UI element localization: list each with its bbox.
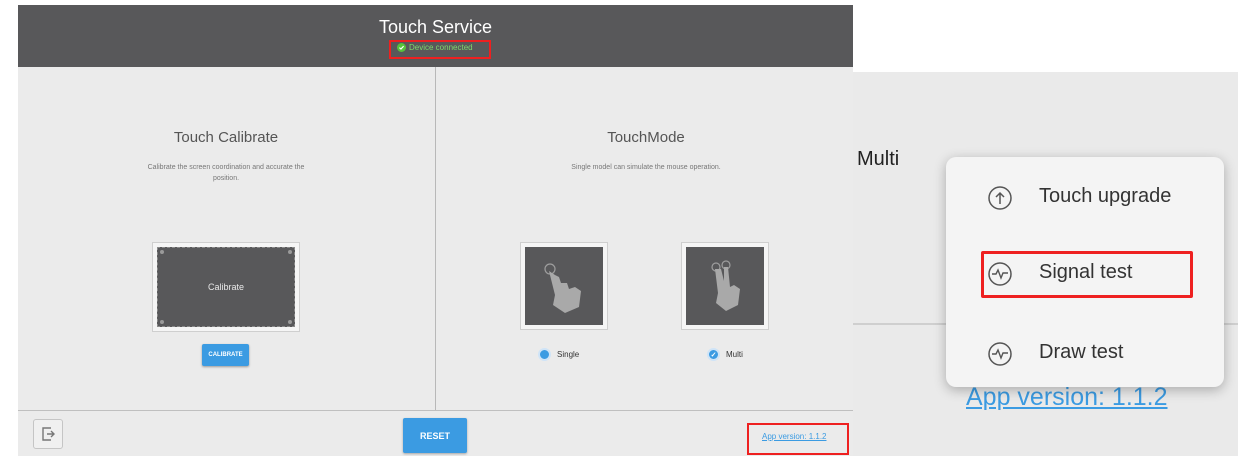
multi-mode-option[interactable]: ✓ Multi: [707, 348, 743, 361]
panel-divider: [435, 67, 436, 411]
calibrate-area[interactable]: Calibrate: [152, 242, 300, 332]
exit-icon: [42, 427, 55, 441]
check-circle-icon: [397, 43, 406, 52]
app-version-link[interactable]: App version: 1.1.2: [762, 432, 826, 441]
reset-button[interactable]: RESET: [403, 418, 467, 453]
zoom-app-version-link[interactable]: App version: 1.1.2: [966, 383, 1168, 412]
app-title: Touch Service: [378, 17, 493, 37]
corner-marker: [288, 250, 292, 254]
draw-test-icon: [988, 342, 1012, 366]
menu-item-label: Touch upgrade: [1039, 185, 1172, 207]
zoomed-menu-view: Multi App version: 1.1.2 Touch upgrade S…: [853, 72, 1238, 456]
corner-marker: [160, 250, 164, 254]
screenshot-stage: Touch Service Device connected Touch Cal…: [0, 0, 1238, 456]
corner-marker: [160, 320, 164, 324]
touch-service-window: Touch Service Device connected Touch Cal…: [18, 5, 853, 456]
calibrate-description: Calibrate the screen coordination and ac…: [147, 164, 305, 182]
multi-mode-card[interactable]: [681, 242, 769, 330]
single-mode-card[interactable]: [520, 242, 608, 330]
footer-divider: [18, 410, 853, 411]
touch-mode-title: TouchMode: [607, 129, 685, 146]
calibrate-area-label: Calibrate: [207, 282, 245, 292]
two-finger-icon: [686, 247, 764, 325]
single-radio[interactable]: [538, 348, 551, 361]
multi-radio-checked[interactable]: ✓: [707, 348, 720, 361]
single-finger-icon: [525, 247, 603, 325]
menu-item-touch-upgrade[interactable]: Touch upgrade: [946, 168, 1224, 228]
single-mode-option[interactable]: Single: [538, 348, 579, 361]
calibrate-button[interactable]: CALIBRATE: [202, 344, 249, 366]
multi-label: Multi: [726, 350, 743, 359]
exit-button[interactable]: [33, 419, 63, 449]
calibrate-area-inner: Calibrate: [157, 247, 295, 327]
upgrade-arrow-icon: [988, 186, 1012, 210]
calibrate-title: Touch Calibrate: [173, 129, 279, 146]
signal-test-highlight-box: [981, 251, 1193, 298]
menu-item-draw-test[interactable]: Draw test: [946, 324, 1224, 384]
touch-mode-description: Single model can simulate the mouse oper…: [571, 164, 721, 171]
menu-item-label: Draw test: [1039, 341, 1124, 363]
zoom-multi-label: Multi: [857, 148, 900, 170]
connection-status: Device connected: [397, 43, 473, 52]
corner-marker: [288, 320, 292, 324]
single-label: Single: [557, 350, 580, 359]
connection-status-text: Device connected: [409, 43, 473, 52]
